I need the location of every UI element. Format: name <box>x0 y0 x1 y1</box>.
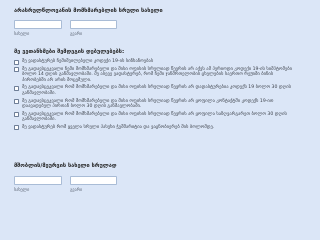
agreement-title: მე ვეთანხმები შემდეგის დებულებებს: <box>14 49 125 55</box>
agreement-item[interactable]: მე ვადასტურებ ჩემიშვილებელი კოდექი 19-ის… <box>14 59 296 65</box>
agreement-checkbox[interactable] <box>14 67 19 73</box>
agreement-item[interactable]: მე გადავსცეკვალი რომ მომხმარებელი და მის… <box>14 99 296 110</box>
guardian-first-name-group: სახელი <box>14 176 62 192</box>
minor-name-title: არასრულწლოვანის მომხმარებლის სრული სახელ… <box>14 8 163 14</box>
guardian-last-name-group: გვარი <box>70 176 117 192</box>
agreement-checkbox[interactable] <box>14 59 19 65</box>
guardian-first-name-input[interactable] <box>14 176 62 185</box>
guardian-name-title: მშობლის/მეურვის სახელი სრულად <box>14 163 117 169</box>
guardian-last-name-sublabel: გვარი <box>70 186 83 192</box>
agreement-item[interactable]: მე ვადასტურებ რომ ყველა სრული პასუხი ჭეშ… <box>14 125 296 131</box>
minor-name-row: სახელი გვარი <box>14 20 117 36</box>
agreement-item[interactable]: მე გადავსცეკვალი ჩემი მომხმარებელი და მი… <box>14 67 296 84</box>
guardian-name-row: სახელი გვარი <box>14 176 117 192</box>
agreement-text: მე ვადასტურებ რომ ყველა სრული პასუხი ჭეშ… <box>22 124 215 130</box>
agreement-checkbox[interactable] <box>14 85 19 91</box>
agreement-text: მე გადავსცეკვალი რომ მომხმარებელი და მის… <box>22 85 292 96</box>
agreement-checklist: მე ვადასტურებ ჩემიშვილებელი კოდექი 19-ის… <box>14 59 296 131</box>
minor-first-name-group: სახელი <box>14 20 62 36</box>
agreement-item[interactable]: მე გადავსცეკვალი რომ მომხმარებელი და მის… <box>14 112 296 123</box>
minor-first-name-sublabel: სახელი <box>14 30 30 36</box>
agreement-checkbox[interactable] <box>14 112 19 118</box>
guardian-first-name-sublabel: სახელი <box>14 186 30 192</box>
minor-first-name-input[interactable] <box>14 20 62 29</box>
consent-form: არასრულწლოვანის მომხმარებლის სრული სახელ… <box>0 0 310 205</box>
guardian-last-name-input[interactable] <box>70 176 117 185</box>
agreement-checkbox[interactable] <box>14 99 19 105</box>
agreement-text: მე გადავსცეკვალი რომ მომხმარებელი და მის… <box>22 111 287 123</box>
agreement-text: მე ვადასტურებ ჩემიშვილებელი კოდექი 19-ის… <box>22 59 154 64</box>
agreement-text: მე გადავსცეკვალი ჩემი მომხმარებელი და მი… <box>22 66 292 83</box>
agreement-checkbox[interactable] <box>14 125 19 131</box>
minor-last-name-sublabel: გვარი <box>70 30 83 36</box>
agreement-text: მე გადავსცეკვალი რომ მომხმარებელი და მის… <box>22 98 274 110</box>
minor-last-name-input[interactable] <box>70 20 117 29</box>
minor-last-name-group: გვარი <box>70 20 117 36</box>
agreement-item[interactable]: მე გადავსცეკვალი რომ მომხმარებელი და მის… <box>14 85 296 96</box>
